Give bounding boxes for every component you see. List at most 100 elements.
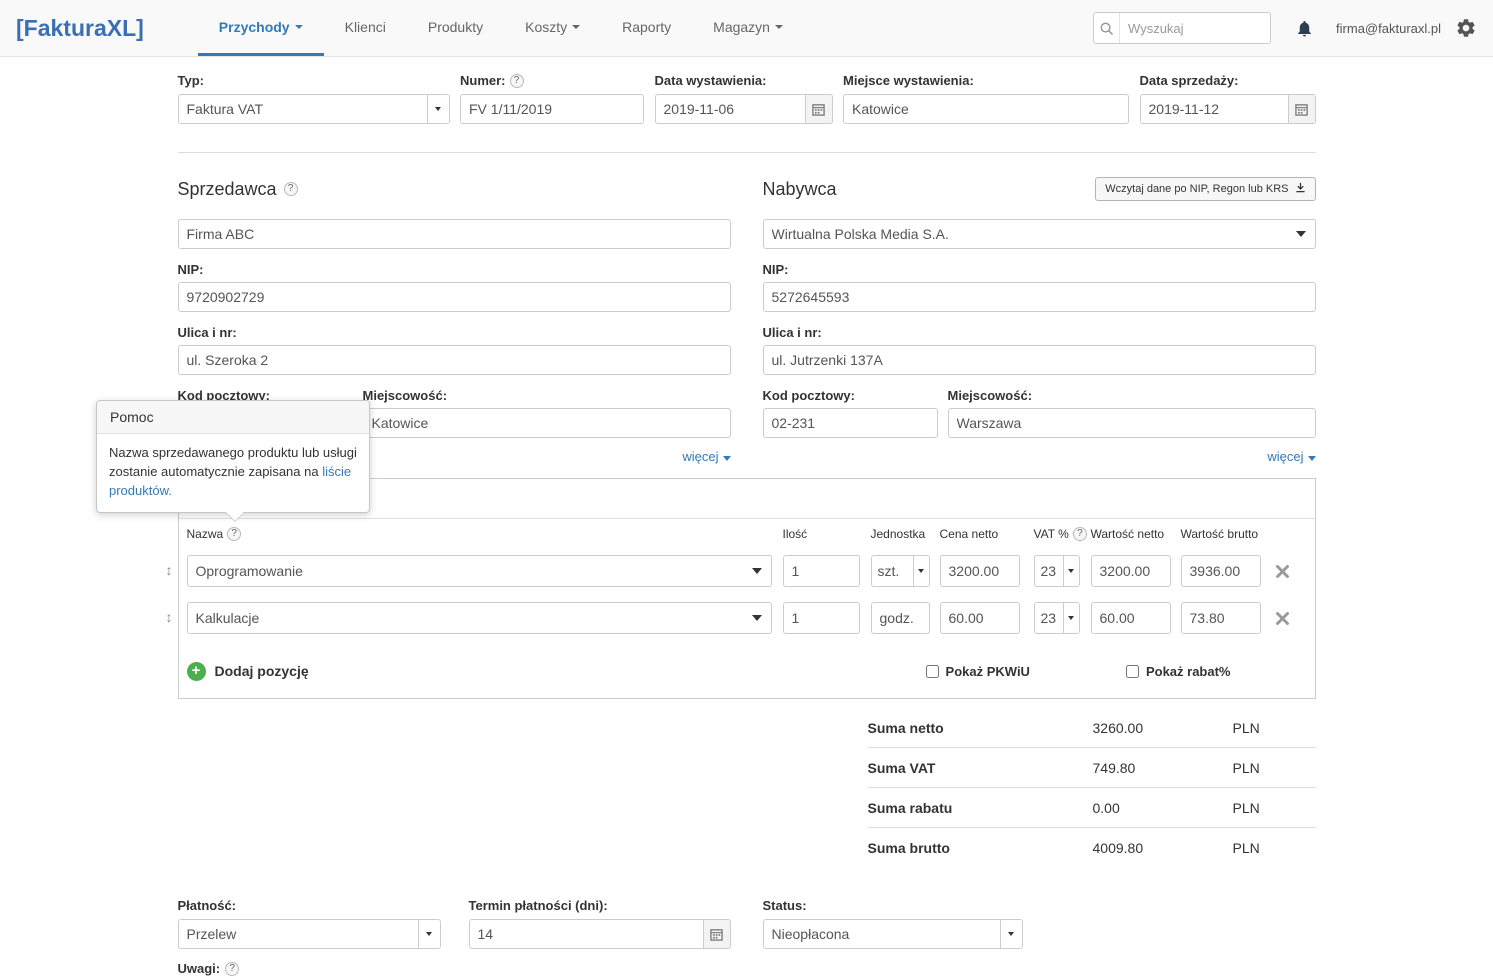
- app-logo[interactable]: [FakturaXL]: [16, 15, 144, 42]
- calendar-icon[interactable]: [1288, 95, 1315, 123]
- buyer-city-input[interactable]: [949, 415, 1315, 431]
- show-pkwiu-checkbox[interactable]: Pokaż PKWiU: [926, 664, 1030, 679]
- payment-due-group: [469, 919, 731, 949]
- issue-date-group: [655, 94, 833, 124]
- seller-name-input[interactable]: [179, 226, 730, 242]
- help-icon[interactable]: [227, 527, 241, 541]
- chevron-down-icon: [918, 569, 924, 573]
- summary-value: 4009.80: [1093, 840, 1233, 856]
- payment-method-label: Płatność:: [178, 898, 441, 913]
- summary-row-vat: Suma VAT 749.80 PLN: [868, 748, 1316, 788]
- summary-label: Suma netto: [868, 720, 1093, 736]
- seller-more-link[interactable]: więcej: [682, 449, 718, 464]
- item-gross-input[interactable]: [1182, 610, 1260, 626]
- nav-item-koszty[interactable]: Koszty: [504, 0, 601, 56]
- issue-date-input[interactable]: [656, 95, 805, 123]
- buyer-nip-label: NIP:: [763, 262, 1316, 277]
- item-name-select[interactable]: Kalkulacje: [187, 602, 772, 634]
- divider: [178, 152, 1316, 153]
- item-unit-input[interactable]: [872, 610, 929, 626]
- payment-due-input[interactable]: [470, 920, 703, 948]
- nav-item-produkty[interactable]: Produkty: [407, 0, 504, 56]
- help-icon[interactable]: [225, 962, 239, 976]
- dropdown-button[interactable]: [913, 556, 929, 586]
- seller-city-wrap: [363, 408, 731, 438]
- nav-label: Przychody: [219, 19, 290, 35]
- item-vat-select[interactable]: 23: [1034, 555, 1080, 587]
- summary-currency: PLN: [1233, 840, 1260, 856]
- item-vat-select[interactable]: 23: [1034, 602, 1080, 634]
- dropdown-button[interactable]: [427, 95, 449, 123]
- help-icon[interactable]: [1073, 527, 1087, 541]
- help-icon[interactable]: [510, 74, 524, 88]
- add-item-button[interactable]: Dodaj pozycję: [187, 662, 309, 681]
- dropdown-button[interactable]: [418, 920, 440, 948]
- dropdown-button[interactable]: [1063, 603, 1079, 633]
- seller-nip-input[interactable]: [179, 289, 730, 305]
- nav-item-magazyn[interactable]: Magazyn: [692, 0, 804, 56]
- status-label: Status:: [763, 898, 1023, 913]
- buyer-name-select[interactable]: Wirtualna Polska Media S.A.: [763, 219, 1316, 249]
- help-icon[interactable]: [284, 182, 298, 196]
- delete-item-button[interactable]: [1275, 611, 1290, 626]
- drag-handle-icon[interactable]: [166, 610, 173, 624]
- account-email[interactable]: firma@fakturaxl.pl: [1336, 21, 1441, 36]
- buyer-postcode-input[interactable]: [764, 415, 937, 431]
- summary-value: 3260.00: [1093, 720, 1233, 736]
- chevron-down-icon: [295, 25, 303, 29]
- dropdown-button[interactable]: [1063, 556, 1079, 586]
- item-qty-input[interactable]: [784, 563, 859, 579]
- invoice-number-input[interactable]: [461, 101, 643, 117]
- item-qty-input[interactable]: [784, 610, 859, 626]
- delete-item-button[interactable]: [1275, 564, 1290, 579]
- notifications-bell-icon[interactable]: [1295, 18, 1314, 39]
- item-price-input[interactable]: [941, 563, 1019, 579]
- sale-date-input[interactable]: [1141, 95, 1288, 123]
- buyer-more-link[interactable]: więcej: [1267, 449, 1303, 464]
- item-net-input[interactable]: [1092, 610, 1170, 626]
- calendar-icon[interactable]: [805, 95, 832, 123]
- buyer-nip-wrap: [763, 282, 1316, 312]
- status-select[interactable]: Nieopłacona: [763, 919, 1023, 949]
- chevron-down-icon: [1296, 231, 1306, 237]
- item-unit-select[interactable]: szt.: [871, 555, 930, 587]
- invoice-type-select[interactable]: Faktura VAT: [178, 94, 450, 124]
- item-net-input[interactable]: [1092, 563, 1170, 579]
- chevron-down-icon: [435, 107, 441, 111]
- items-table-header: Nazwa Ilość Jednostka Cena netto VAT % W…: [187, 527, 1307, 541]
- seller-name-wrap: [178, 219, 731, 249]
- drag-handle-icon[interactable]: [166, 563, 173, 577]
- nav-item-klienci[interactable]: Klienci: [324, 0, 407, 56]
- invoice-type-value: Faktura VAT: [187, 101, 427, 117]
- discount-checkbox-input[interactable]: [1126, 665, 1139, 678]
- help-tooltip-text: Nazwa sprzedawanego produktu lub usługi …: [109, 445, 357, 479]
- help-tooltip-body: Nazwa sprzedawanego produktu lub usługi …: [97, 434, 369, 512]
- search-input[interactable]: [1120, 21, 1270, 36]
- item-price-input[interactable]: [941, 610, 1019, 626]
- payment-method-select[interactable]: Przelew: [178, 919, 441, 949]
- chevron-down-icon: [1308, 456, 1316, 461]
- chevron-down-icon: [1068, 616, 1074, 620]
- nav-item-przychody[interactable]: Przychody: [198, 0, 324, 56]
- invoice-item-row: Kalkulacje 23: [187, 602, 1307, 634]
- item-name-select[interactable]: Oprogramowanie: [187, 555, 772, 587]
- nav-item-raporty[interactable]: Raporty: [601, 0, 692, 56]
- calendar-icon[interactable]: [703, 920, 730, 948]
- col-name-label: Nazwa: [187, 527, 224, 541]
- settings-gear-icon[interactable]: [1455, 17, 1477, 39]
- buyer-street-input[interactable]: [764, 352, 1315, 368]
- import-icon: [1295, 182, 1306, 196]
- dropdown-button[interactable]: [1000, 920, 1022, 948]
- pkwiu-checkbox-input[interactable]: [926, 665, 939, 678]
- items-footer: Dodaj pozycję Pokaż PKWiU Pokaż rabat%: [187, 656, 1307, 686]
- load-company-data-button[interactable]: Wczytaj dane po NIP, Regon lub KRS: [1095, 177, 1315, 201]
- type-label: Typ:: [178, 73, 450, 88]
- item-gross-input[interactable]: [1182, 563, 1260, 579]
- seller-street-wrap: [178, 345, 731, 375]
- show-discount-checkbox[interactable]: Pokaż rabat%: [1126, 664, 1231, 679]
- buyer-nip-input[interactable]: [764, 289, 1315, 305]
- seller-city-input[interactable]: [364, 415, 730, 431]
- issue-place-input[interactable]: [844, 101, 1128, 117]
- chevron-down-icon: [572, 25, 580, 29]
- seller-street-input[interactable]: [179, 352, 730, 368]
